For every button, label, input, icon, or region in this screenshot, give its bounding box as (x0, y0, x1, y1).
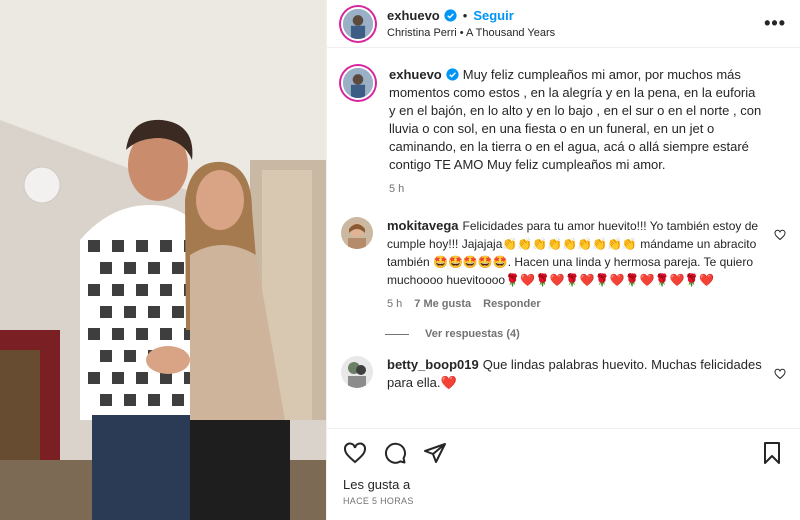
comment-text: betty_boop019 Que lindas palabras huevito… (387, 356, 764, 392)
caption-time[interactable]: 5 h (389, 183, 404, 195)
follow-button[interactable]: Seguir (473, 8, 513, 23)
comment-body: betty_boop019 Que lindas palabras huevito… (387, 356, 786, 392)
verified-badge-icon (444, 9, 457, 22)
separator-dot: • (462, 8, 468, 23)
post-header-text: exhuevo • Seguir Christina Perri • A Tho… (387, 8, 764, 39)
likes-summary[interactable]: Les gusta a (343, 477, 410, 492)
comment-meta: 5 h 7 Me gusta Responder (387, 298, 764, 310)
comment-like-heart-icon[interactable] (774, 368, 786, 380)
instagram-post-modal: exhuevo • Seguir Christina Perri • A Tho… (0, 0, 800, 520)
replies-line (385, 333, 409, 335)
save-bookmark-icon[interactable] (760, 441, 784, 465)
like-heart-icon[interactable] (343, 441, 367, 465)
comment-username[interactable]: betty_boop019 (387, 357, 479, 372)
post-header-row: exhuevo • Seguir (387, 8, 764, 23)
comment-likes-count[interactable]: 7 Me gusta (414, 298, 471, 310)
comment-bubble-icon[interactable] (383, 441, 407, 465)
post-photo[interactable] (0, 0, 326, 520)
comment-avatar[interactable] (341, 356, 373, 388)
more-options-icon[interactable]: ••• (764, 13, 786, 34)
comment-like-heart-icon[interactable] (774, 229, 786, 241)
post-timestamp: HACE 5 HORAS (343, 496, 414, 506)
caption-meta: 5 h (389, 183, 764, 195)
post-photo-illustration (0, 0, 326, 520)
comment-text: mokitavega Felicidades para tu amor huevi… (387, 217, 764, 289)
author-avatar-image (343, 8, 373, 39)
comment-body: mokitavega Felicidades para tu amor huevi… (387, 217, 786, 310)
audio-track-link[interactable]: Christina Perri • A Thousand Years (387, 27, 764, 39)
caption-avatar-image (343, 68, 373, 98)
caption-message: Muy feliz cumpleaños mi amor, por muchos… (389, 67, 762, 172)
comment-time[interactable]: 5 h (387, 298, 402, 310)
comment-item: betty_boop019 Que lindas palabras huevito… (341, 356, 786, 392)
caption-avatar[interactable] (341, 66, 375, 100)
view-replies-button[interactable]: Ver respuestas (4) (385, 328, 786, 340)
author-avatar[interactable] (341, 6, 375, 41)
post-actions-bar (327, 428, 800, 476)
comment-item: mokitavega Felicidades para tu amor huevi… (341, 217, 786, 310)
comment-avatar-image (341, 217, 373, 249)
comment-username[interactable]: mokitavega (387, 218, 459, 233)
caption-username[interactable]: exhuevo (389, 67, 442, 82)
post-header: exhuevo • Seguir Christina Perri • A Tho… (327, 0, 800, 48)
comment-avatar-image (341, 356, 373, 388)
post-details-panel: exhuevo • Seguir Christina Perri • A Tho… (326, 0, 800, 520)
caption: exhuevo Muy feliz cumpleaños mi amor, por… (341, 66, 786, 195)
caption-text: exhuevo Muy feliz cumpleaños mi amor, por… (389, 66, 764, 174)
view-replies-label: Ver respuestas (4) (425, 328, 520, 340)
share-paper-plane-icon[interactable] (423, 441, 447, 465)
reply-button[interactable]: Responder (483, 298, 540, 310)
comment-avatar[interactable] (341, 217, 373, 249)
caption-verified-badge-icon (446, 68, 459, 81)
author-username[interactable]: exhuevo (387, 8, 440, 23)
caption-body: exhuevo Muy feliz cumpleaños mi amor, por… (389, 66, 786, 195)
comments-section[interactable]: exhuevo Muy feliz cumpleaños mi amor, por… (327, 56, 800, 428)
